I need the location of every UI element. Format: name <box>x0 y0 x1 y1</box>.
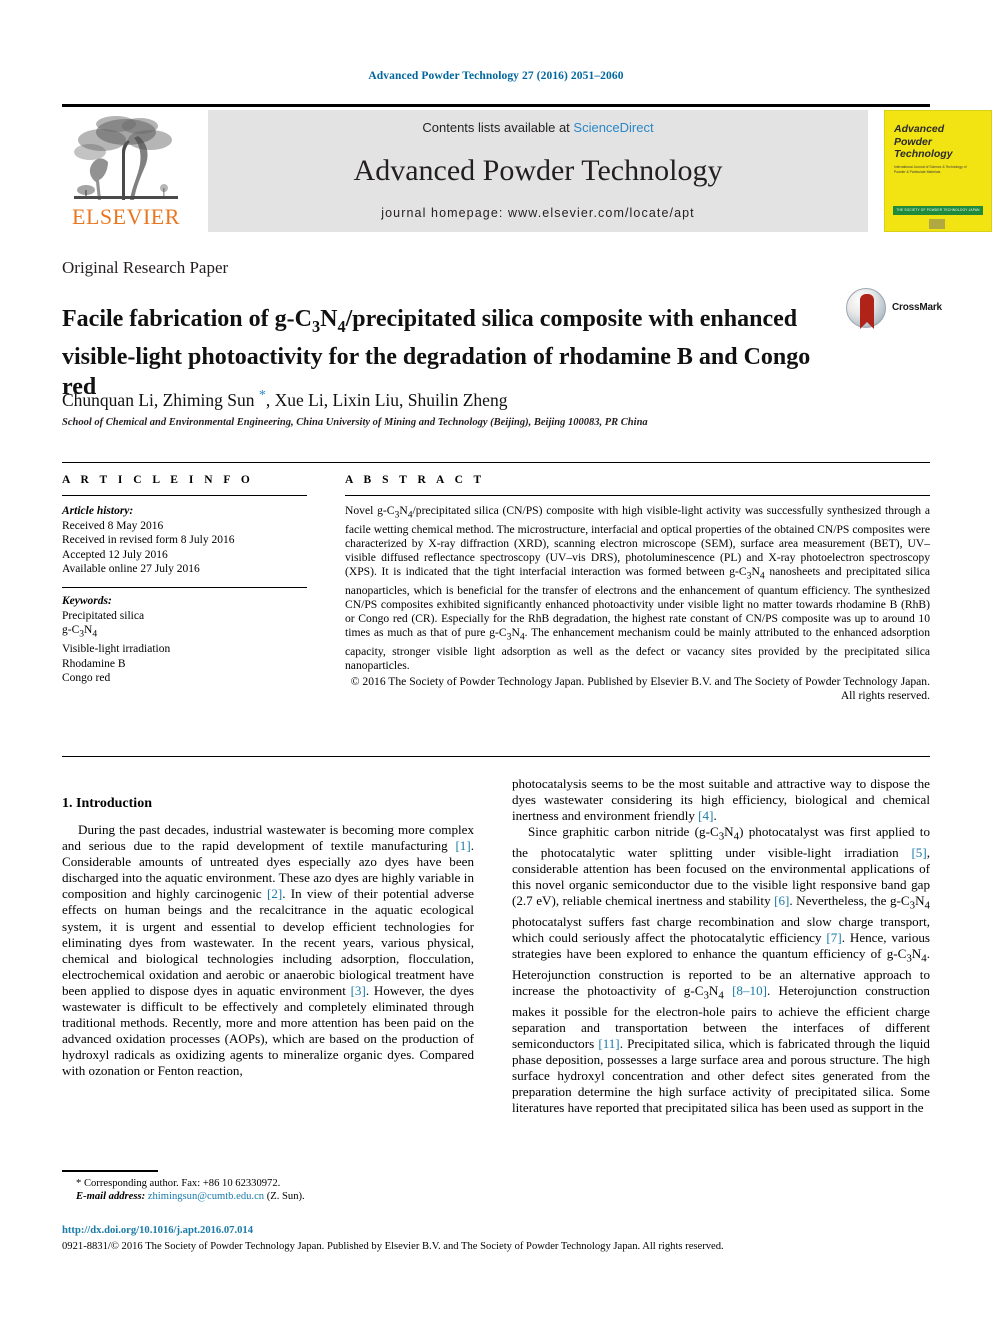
keyword-item: Precipitated silica <box>62 609 145 622</box>
footnote-rule <box>62 1170 158 1172</box>
journal-homepage-link[interactable]: journal homepage: www.elsevier.com/locat… <box>208 206 868 220</box>
article-type-label: Original Research Paper <box>62 258 229 277</box>
email-line: E-mail address: zhimingsun@cumtb.edu.cn … <box>62 1190 474 1203</box>
journal-title: Advanced Powder Technology <box>353 154 723 187</box>
keywords-group: Keywords: Precipitated silica g-C3N4 Vis… <box>62 586 307 686</box>
abstract-copyright: © 2016 The Society of Powder Technology … <box>350 675 930 703</box>
contents-available-line: Contents lists available at ScienceDirec… <box>208 120 868 135</box>
journal-band: Contents lists available at ScienceDirec… <box>208 110 868 232</box>
body-paragraph: During the past decades, industrial wast… <box>62 822 474 1079</box>
affiliation: School of Chemical and Environmental Eng… <box>62 417 648 428</box>
history-item: Received in revised form 8 July 2016 <box>62 534 235 547</box>
cover-title-line2: Powder <box>894 135 932 148</box>
elsevier-logo: ELSEVIER <box>62 110 190 232</box>
cover-society-band-text: THE SOCIETY OF POWDER TECHNOLOGY JAPAN <box>896 208 980 212</box>
cover-society-emblem-icon <box>929 219 945 229</box>
email-suffix: (Z. Sun). <box>266 1191 305 1202</box>
body-paragraph: photocatalysis seems to be the most suit… <box>512 776 930 824</box>
info-block-bottom-rule <box>62 756 930 757</box>
cover-title-line3: Technology <box>894 148 953 160</box>
abstract-body: Novel g-C3N4/precipitated silica (CN/PS)… <box>345 504 930 704</box>
email-label: E-mail address: <box>76 1191 146 1202</box>
keywords-label: Keywords: <box>62 594 112 607</box>
article-history-label: Article history: <box>62 505 134 517</box>
history-item: Available online 27 July 2016 <box>62 563 200 576</box>
body-right-column: photocatalysis seems to be the most suit… <box>512 776 930 1116</box>
crossmark-badge-group[interactable]: CrossMark <box>846 288 942 330</box>
doi-link[interactable]: http://dx.doi.org/10.1016/j.apt.2016.07.… <box>62 1225 253 1236</box>
article-info-heading: A R T I C L E I N F O <box>62 474 254 486</box>
body-left-column: 1. Introduction During the past decades,… <box>62 776 474 1080</box>
cover-title: Advanced Powder Technology <box>894 123 953 161</box>
section-heading-introduction: 1. Introduction <box>62 796 152 811</box>
cover-title-line1: Advanced <box>894 123 945 135</box>
abstract-heading: A B S T R A C T <box>345 474 486 486</box>
abstract-column: A B S T R A C T Novel g-C3N4/precipitate… <box>345 474 930 704</box>
masthead-top-rule <box>62 104 930 107</box>
keyword-item: g-C3N4 <box>62 624 98 640</box>
author-list: Chunquan Li, Zhiming Sun *, Xue Li, Lixi… <box>62 388 508 410</box>
crossmark-label: CrossMark <box>892 302 942 313</box>
keyword-item: Visible-light irradiation <box>62 643 171 656</box>
elsevier-tree-icon <box>74 116 178 200</box>
history-item: Received 8 May 2016 <box>62 519 164 532</box>
article-info-rule <box>62 495 307 496</box>
contents-prefix: Contents lists available at <box>422 120 574 135</box>
abstract-paragraph: Novel g-C3N4/precipitated silica (CN/PS)… <box>345 504 931 672</box>
journal-masthead: ELSEVIER Contents lists available at Sci… <box>62 104 992 232</box>
sciencedirect-link[interactable]: ScienceDirect <box>573 120 653 135</box>
corresponding-author-footnote: * Corresponding author. Fax: +86 10 6233… <box>62 1170 474 1203</box>
elsevier-wordmark: ELSEVIER <box>72 204 180 229</box>
cover-society-band: THE SOCIETY OF POWDER TECHNOLOGY JAPAN <box>893 206 983 215</box>
article-history-group: Article history: Received 8 May 2016 Rec… <box>62 504 307 577</box>
crossmark-icon <box>846 288 886 329</box>
article-info-column: A R T I C L E I N F O Article history: R… <box>62 474 307 686</box>
paper-page: Advanced Powder Technology 27 (2016) 205… <box>0 0 992 1323</box>
keyword-item: Congo red <box>62 672 111 685</box>
info-block-top-rule <box>62 462 930 463</box>
keywords-rule <box>62 586 307 588</box>
keyword-item: Rhodamine B <box>62 657 126 670</box>
issn-copyright-line: 0921-8831/© 2016 The Society of Powder T… <box>62 1241 724 1252</box>
corresponding-author-line: * Corresponding author. Fax: +86 10 6233… <box>76 1177 281 1189</box>
cover-subtitle: International Journal of Science & Techn… <box>894 165 967 174</box>
crossmark-ribbon-icon <box>860 294 874 329</box>
email-link[interactable]: zhimingsun@cumtb.edu.cn <box>148 1191 264 1202</box>
body-paragraph: Since graphitic carbon nitride (g-C3N4) … <box>512 824 931 1116</box>
running-head: Advanced Powder Technology 27 (2016) 205… <box>368 70 624 82</box>
history-item: Accepted 12 July 2016 <box>62 548 168 561</box>
journal-cover-thumbnail[interactable]: Advanced Powder Technology International… <box>884 110 992 232</box>
abstract-rule <box>345 495 930 496</box>
